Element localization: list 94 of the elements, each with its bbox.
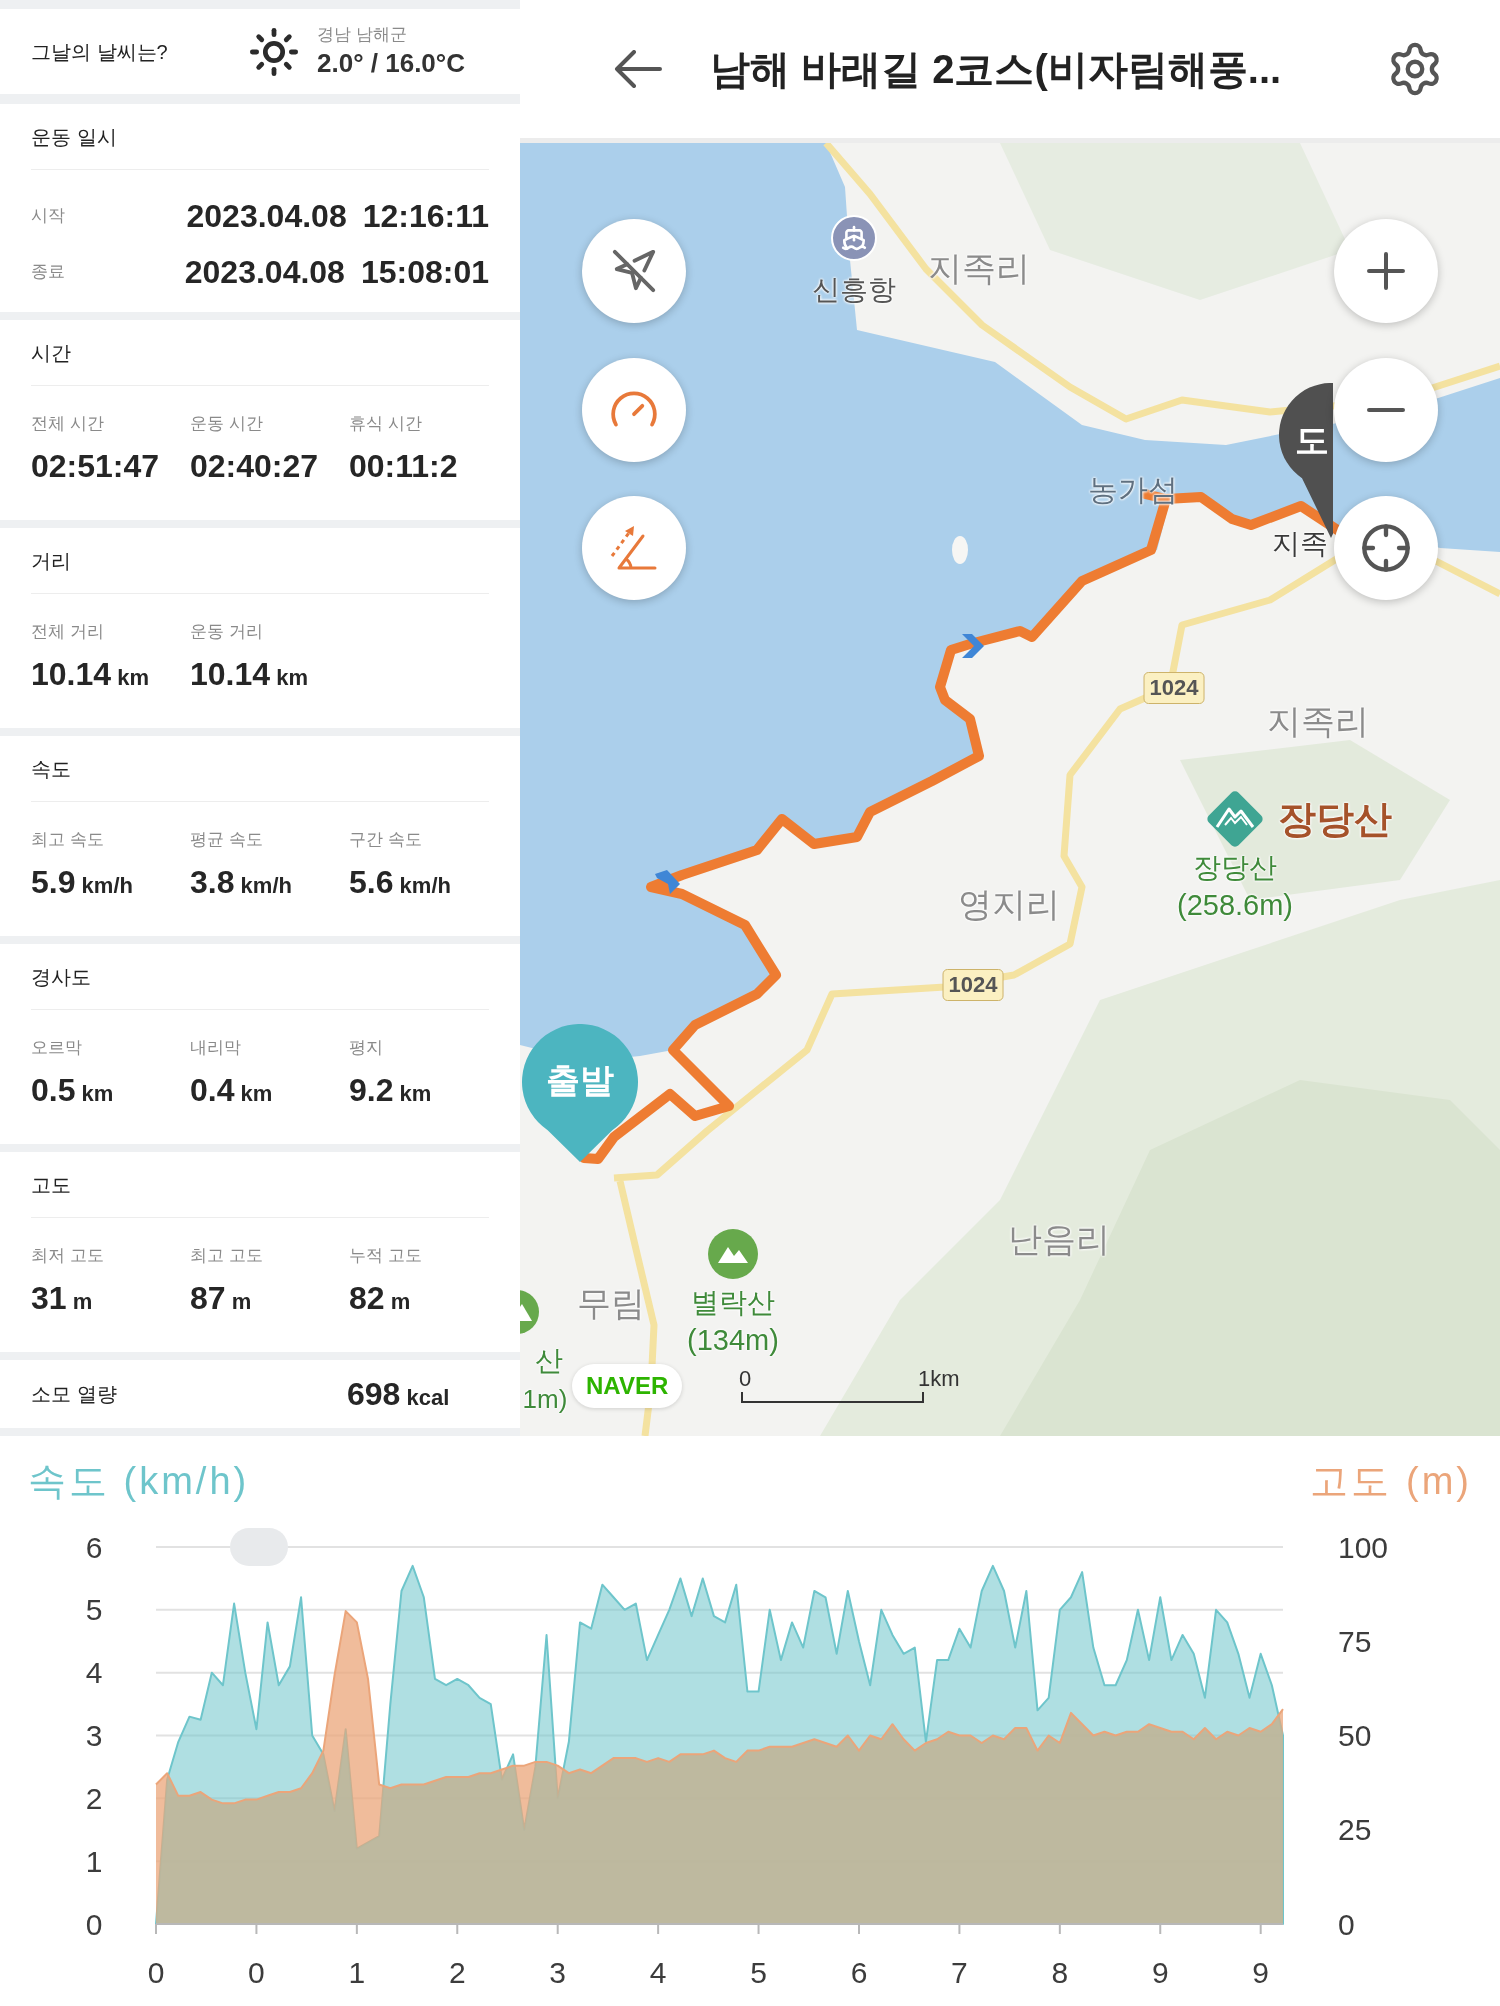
stat-label: 전체 거리 (31, 621, 105, 643)
mountain-height: (258.6m) (1177, 890, 1293, 920)
mountain-name: 별락산 (691, 1289, 775, 1317)
stat-label: 최저 고도 (31, 1245, 105, 1267)
stat-value: 9.2 km (349, 1071, 433, 1110)
section-title: 시간 (31, 341, 72, 366)
section-title: 소모 열량 (31, 1382, 118, 1407)
y-axis-label: 1 (85, 1844, 103, 1878)
stat-label: 최고 속도 (31, 829, 105, 851)
place-name: 지족 (1272, 530, 1328, 558)
stat-value: 10.14 km (31, 655, 150, 694)
scale-label: 1km (918, 1368, 960, 1390)
y-axis-label: 50 (1338, 1719, 1372, 1752)
stat-value: 0.5 km (31, 1071, 115, 1110)
stat-label: 최고 고도 (190, 1245, 264, 1267)
weather-question: 그날의 날씨는? (31, 39, 169, 65)
road-sign: 1024 (1143, 672, 1205, 704)
x-axis-label: 3 (549, 1955, 567, 1989)
stat-value: 3.8 km/h (190, 863, 293, 902)
place-name: 지족리 (1267, 704, 1369, 738)
road-sign: 1024 (942, 969, 1004, 1001)
stat-value: 31 m (31, 1279, 94, 1318)
marker-label: 도 (1295, 423, 1329, 457)
place-name: 난음리 (1008, 1222, 1110, 1256)
x-axis-label: 1 (348, 1955, 366, 1989)
y-axis-label: 25 (1338, 1813, 1372, 1847)
section-title: 고도 (31, 1173, 72, 1198)
stat-value: 87 m (190, 1279, 253, 1318)
y-axis-label: 6 (85, 1530, 103, 1564)
date-value: 2023.04.08 (186, 197, 347, 236)
time-value: 12:16:11 (362, 197, 489, 236)
mountain-height: 1m) (522, 1386, 568, 1412)
section-title: 경사도 (31, 965, 92, 990)
stat-value: 82 m (349, 1279, 412, 1318)
x-axis-label: 8 (1051, 1955, 1069, 1989)
stat-label: 평균 속도 (190, 829, 264, 851)
x-axis-label: 4 (649, 1955, 667, 1989)
x-axis-label: 9 (1151, 1955, 1169, 1989)
y-axis-label: 4 (85, 1656, 103, 1690)
route-title: 남해 바래길 2코스(비자림해풍... (710, 46, 1282, 93)
x-axis-label: 5 (750, 1955, 767, 1989)
axis-title: 고도 (m) (1310, 1459, 1472, 1504)
weather-region: 경남 남해군 (317, 23, 408, 46)
stat-label: 내리막 (190, 1037, 242, 1059)
stat-label: 평지 (349, 1037, 384, 1059)
y-axis-label: 100 (1338, 1530, 1389, 1564)
stat-value: 00:11:2 (349, 447, 459, 486)
stat-value: 5.6 km/h (349, 863, 452, 902)
stat-label: 휴식 시간 (349, 413, 423, 435)
y-axis-label: 2 (85, 1781, 103, 1815)
section-title: 거리 (31, 549, 72, 574)
stat-label: 운동 거리 (190, 621, 264, 643)
map-logo: NAVER (572, 1364, 683, 1408)
x-axis-label: 0 (248, 1955, 265, 1989)
port-name: 신흥항 (812, 276, 896, 304)
row-label: 종료 (31, 261, 65, 284)
stat-value: 10.14 km (190, 655, 309, 694)
y-axis-label: 5 (85, 1593, 103, 1627)
x-axis-label: 7 (951, 1955, 968, 1989)
mountain-height: (134m) (687, 1325, 779, 1355)
mountain-title: 장당산 (1278, 800, 1392, 838)
stat-value: 698 kcal (347, 1375, 451, 1414)
place-name: 농가섬 (1088, 475, 1178, 505)
place-name: 무림 (577, 1286, 645, 1320)
x-axis-label: 2 (448, 1955, 466, 1989)
stat-value: 02:51:47 (31, 447, 161, 486)
y-axis-label: 3 (85, 1719, 103, 1752)
stat-value: 5.9 km/h (31, 863, 134, 902)
stat-label: 구간 속도 (349, 829, 423, 851)
section-title: 속도 (31, 757, 72, 782)
mountain-name: 산 (535, 1347, 563, 1375)
y-axis-label: 75 (1338, 1624, 1372, 1658)
row-label: 시작 (31, 205, 65, 228)
marker-label: 출발 (546, 1063, 614, 1097)
stat-value: 02:40:27 (190, 447, 320, 486)
stat-label: 운동 시간 (190, 413, 264, 435)
place-name: 지족리 (928, 251, 1030, 285)
axis-title: 속도 (km/h) (28, 1459, 250, 1504)
time-value: 15:08:01 (360, 253, 489, 292)
x-axis-label: 9 (1252, 1955, 1270, 1989)
mountain-name: 장당산 (1193, 854, 1277, 882)
date-value: 2023.04.08 (184, 253, 345, 292)
stat-label: 오르막 (31, 1037, 83, 1059)
y-axis-label: 0 (1338, 1907, 1355, 1941)
x-axis-label: 6 (850, 1955, 868, 1989)
y-axis-label: 0 (85, 1907, 103, 1941)
stat-value: 0.4 km (190, 1071, 274, 1110)
temperature-range: 2.0° / 16.0°C (317, 46, 466, 80)
scale-label: 0 (738, 1368, 752, 1390)
place-name: 영지리 (958, 887, 1060, 921)
stat-label: 누적 고도 (349, 1245, 423, 1267)
stat-label: 전체 시간 (31, 413, 105, 435)
section-title: 운동 일시 (31, 125, 118, 150)
x-axis-label: 0 (147, 1955, 165, 1989)
